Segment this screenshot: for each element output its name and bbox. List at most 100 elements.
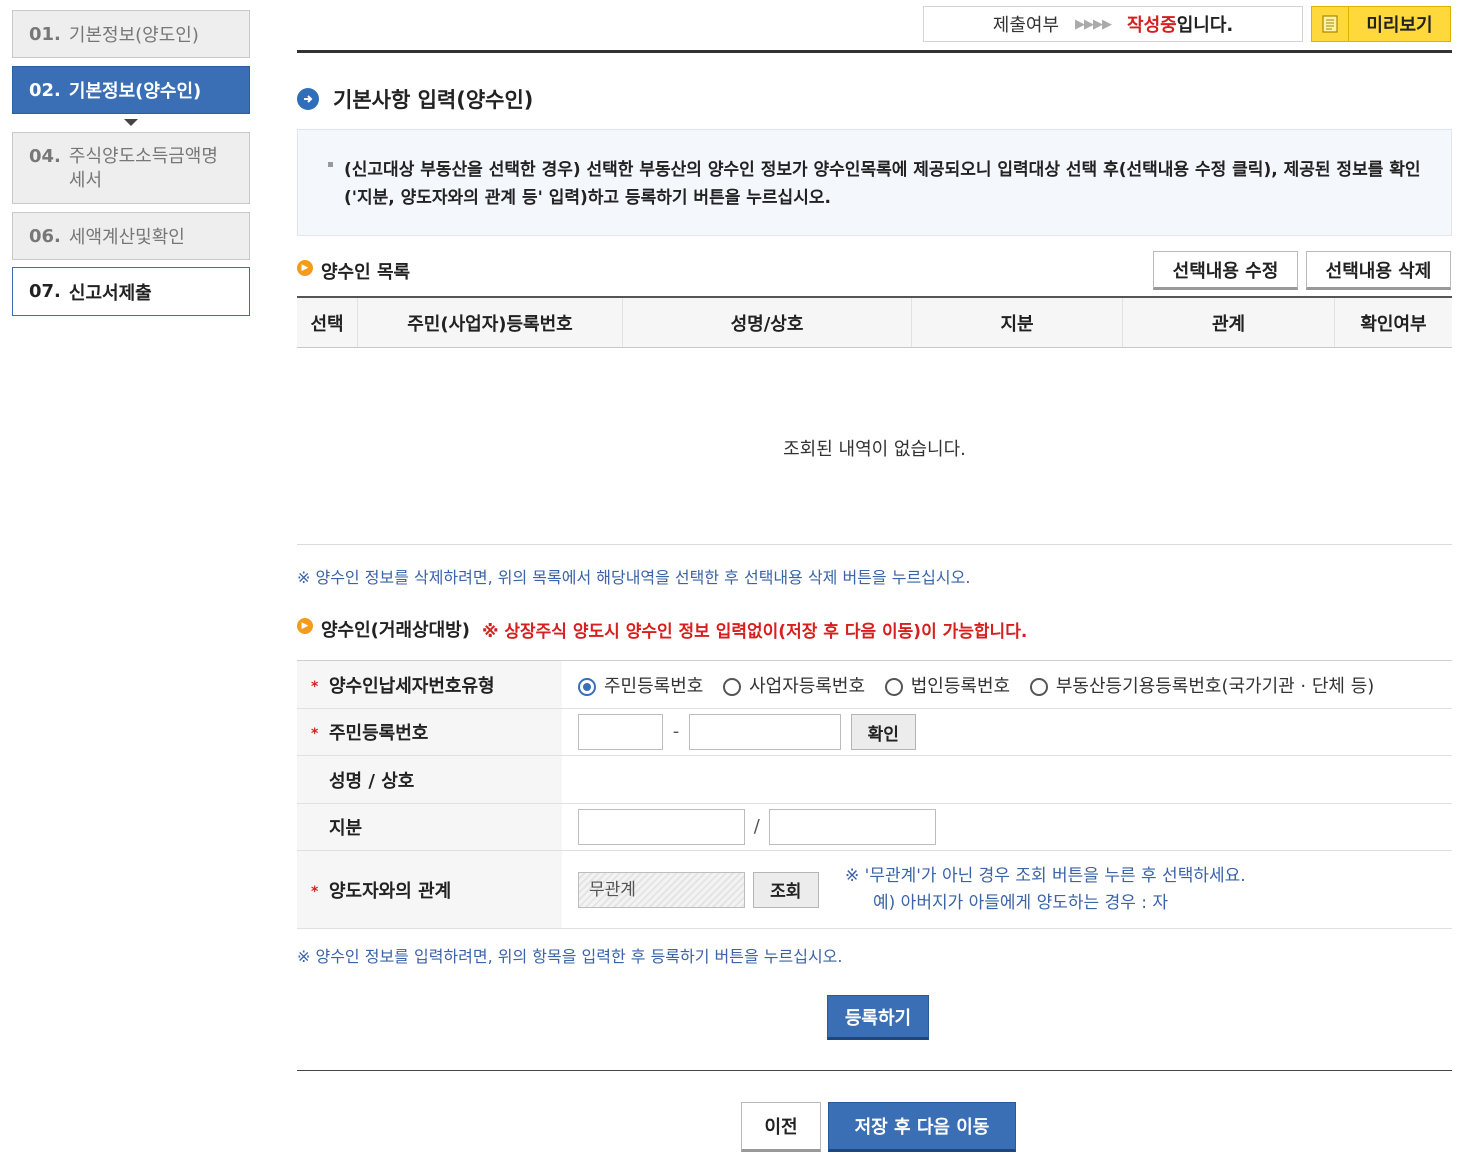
taxpayer-type-field: 주민등록번호 사업자등록번호 법인등록번호 부동산등기용등록번호(국가기관 · … bbox=[562, 660, 1452, 709]
relation-note-line-2: 예) 아버지가 아들에게 양도하는 경우 : 자 bbox=[873, 893, 1169, 913]
relation-note: ※ '무관계'가 아닌 경우 조회 버튼을 누른 후 선택하세요. 예) 아버지… bbox=[845, 863, 1246, 917]
step-number: 06. bbox=[29, 225, 61, 247]
taxpayer-type-label: 양수인납세자번호유형 bbox=[329, 675, 495, 697]
prev-button[interactable]: 이전 bbox=[741, 1102, 821, 1152]
lookup-button[interactable]: 조회 bbox=[752, 871, 819, 908]
column-header: 관계 bbox=[1122, 296, 1335, 348]
column-header: 주민(사업자)등록번호 bbox=[357, 296, 623, 348]
radio-label: 부동산등기용등록번호(국가기관 · 단체 등) bbox=[1055, 675, 1375, 697]
relation-note-line-1: ※ '무관계'가 아닌 경우 조회 버튼을 누른 후 선택하세요. bbox=[845, 866, 1246, 886]
required-mark: * bbox=[311, 726, 319, 742]
document-icon bbox=[1312, 7, 1349, 41]
form-title-notice: ※ 상장주식 양도시 양수인 정보 입력없이(저장 후 다음 이동)이 가능합니… bbox=[481, 621, 1028, 642]
arrow-right-circle-icon bbox=[297, 88, 319, 110]
step-label: 기본정보(양수인) bbox=[68, 81, 202, 102]
header-divider bbox=[297, 50, 1452, 53]
resident-number-front-input[interactable] bbox=[578, 714, 663, 750]
register-button[interactable]: 등록하기 bbox=[827, 995, 929, 1040]
step-number: 04. bbox=[29, 146, 61, 167]
relation-input: 무관계 bbox=[578, 871, 745, 908]
form-row-resident-number: * 주민등록번호 - 확인 bbox=[297, 708, 1452, 756]
name-label: 성명 / 상호 bbox=[329, 770, 415, 792]
step-number: 01. bbox=[29, 23, 61, 45]
table-header-row: 선택 주민(사업자)등록번호 성명/상호 지분 관계 확인여부 bbox=[297, 296, 1452, 348]
name-label-cell: 성명 / 상호 bbox=[297, 755, 562, 804]
sidebar-step-04[interactable]: 04. 주식양도소득금액명세서 bbox=[12, 132, 250, 204]
name-field bbox=[562, 755, 1452, 804]
list-title-text: 양수인 목록 bbox=[321, 262, 411, 283]
column-header: 지분 bbox=[911, 296, 1123, 348]
page-title: 기본사항 입력(양수인) bbox=[297, 84, 533, 114]
sidebar-step-06[interactable]: 06. 세액계산및확인 bbox=[12, 212, 250, 260]
form-row-taxpayer-type: * 양수인납세자번호유형 주민등록번호 사업자등록번호 법인등록번호 부동산등기… bbox=[297, 660, 1452, 709]
share-separator: / bbox=[753, 816, 760, 837]
relation-label-cell: * 양도자와의 관계 bbox=[297, 850, 562, 929]
sidebar-step-07[interactable]: 07. 신고서제출 bbox=[12, 267, 250, 316]
sidebar-step-02[interactable]: 02. 기본정보(양수인) bbox=[12, 66, 250, 114]
column-header: 선택 bbox=[297, 296, 358, 348]
status-value: 작성중 bbox=[1127, 15, 1177, 36]
share-label-cell: 지분 bbox=[297, 803, 562, 851]
resident-number-field: - 확인 bbox=[562, 708, 1452, 756]
page-title-text: 기본사항 입력(양수인) bbox=[333, 88, 534, 112]
form-row-name: 성명 / 상호 bbox=[297, 755, 1452, 804]
radio-button-selected[interactable] bbox=[578, 677, 596, 696]
save-next-button[interactable]: 저장 후 다음 이동 bbox=[828, 1102, 1016, 1152]
confirm-button[interactable]: 확인 bbox=[850, 714, 916, 750]
info-notice: (신고대상 부동산을 선택한 경우) 선택한 부동산의 양수인 정보가 양수인목… bbox=[297, 129, 1452, 236]
form-title: ▶ 양수인(거래상대방) ※ 상장주식 양도시 양수인 정보 입력없이(저장 후… bbox=[297, 616, 1027, 642]
input-note: ※ 양수인 정보를 입력하려면, 위의 항목을 입력한 후 등록하기 버튼을 누… bbox=[297, 947, 843, 966]
taxpayer-type-label-cell: * 양수인납세자번호유형 bbox=[297, 660, 562, 709]
radio-option-corporate[interactable]: 법인등록번호 bbox=[884, 672, 1011, 698]
form-row-share: 지분 / bbox=[297, 803, 1452, 851]
resident-number-label: 주민등록번호 bbox=[329, 723, 429, 744]
column-header: 확인여부 bbox=[1334, 296, 1452, 348]
list-title: ▶ 양수인 목록 bbox=[297, 258, 410, 284]
radio-option-business[interactable]: 사업자등록번호 bbox=[723, 672, 865, 698]
status-label: 제출여부 bbox=[992, 15, 1060, 36]
orange-arrow-icon: ▶ bbox=[297, 260, 313, 276]
radio-option-real-estate[interactable]: 부동산등기용등록번호(국가기관 · 단체 등) bbox=[1029, 672, 1375, 698]
radio-label: 법인등록번호 bbox=[910, 675, 1011, 697]
orange-arrow-icon: ▶ bbox=[297, 618, 313, 634]
step-label: 주식양도소득금액명세서 bbox=[68, 146, 218, 191]
step-label: 신고서제출 bbox=[68, 282, 152, 304]
active-step-pointer-icon bbox=[124, 119, 138, 126]
step-label: 기본정보(양도인) bbox=[68, 25, 199, 46]
required-mark: * bbox=[311, 678, 319, 695]
radio-option-resident[interactable]: 주민등록번호 bbox=[578, 672, 703, 698]
status-arrows-icon: ▶▶▶▶ bbox=[1075, 16, 1112, 32]
share-label: 지분 bbox=[329, 818, 363, 839]
column-header: 성명/상호 bbox=[622, 296, 912, 348]
footer-divider bbox=[297, 1070, 1452, 1071]
radio-button[interactable] bbox=[1029, 677, 1048, 696]
empty-list-message: 조회된 내역이 없습니다. bbox=[783, 439, 966, 460]
radio-label: 사업자등록번호 bbox=[749, 675, 866, 697]
step-label: 세액계산및확인 bbox=[68, 227, 185, 248]
radio-button[interactable] bbox=[723, 677, 742, 696]
transferee-list-table: 선택 주민(사업자)등록번호 성명/상호 지분 관계 확인여부 bbox=[297, 296, 1452, 348]
bullet-icon bbox=[328, 162, 333, 167]
share-numerator-input[interactable] bbox=[578, 809, 745, 845]
delete-note: ※ 양수인 정보를 삭제하려면, 위의 목록에서 해당내역을 선택한 후 선택내… bbox=[297, 568, 971, 587]
step-number: 07. bbox=[29, 281, 61, 302]
resident-number-separator: - bbox=[672, 721, 680, 742]
required-mark: * bbox=[311, 883, 319, 900]
preview-label: 미리보기 bbox=[1366, 15, 1433, 36]
info-notice-text: (신고대상 부동산을 선택한 경우) 선택한 부동산의 양수인 정보가 양수인목… bbox=[344, 160, 1421, 208]
resident-number-back-input[interactable] bbox=[688, 714, 841, 750]
list-bottom-divider bbox=[297, 544, 1452, 545]
relation-label: 양도자와의 관계 bbox=[329, 880, 452, 902]
radio-label: 주민등록번호 bbox=[604, 675, 704, 697]
form-title-text: 양수인(거래상대방) bbox=[321, 620, 470, 641]
share-denominator-input[interactable] bbox=[768, 809, 936, 845]
delete-selected-button[interactable]: 선택내용 삭제 bbox=[1306, 251, 1451, 290]
preview-button[interactable]: 미리보기 bbox=[1311, 6, 1451, 42]
share-field: / bbox=[562, 803, 1452, 851]
resident-number-label-cell: * 주민등록번호 bbox=[297, 708, 562, 756]
edit-selected-button[interactable]: 선택내용 수정 bbox=[1153, 251, 1298, 290]
radio-button[interactable] bbox=[884, 677, 903, 696]
step-number: 02. bbox=[29, 79, 61, 101]
sidebar-step-01[interactable]: 01. 기본정보(양도인) bbox=[12, 10, 250, 58]
status-suffix: 입니다. bbox=[1176, 15, 1234, 36]
